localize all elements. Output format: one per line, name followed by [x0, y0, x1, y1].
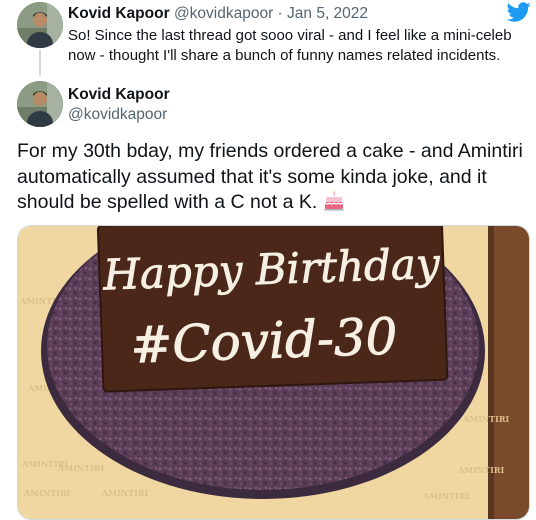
author-handle-date[interactable]: @kovidkapoor · Jan 5, 2022 — [174, 5, 368, 22]
avatar[interactable] — [17, 81, 63, 127]
tweet-text: For my 30th bday, my friends ordered a c… — [17, 140, 523, 213]
box-brand: AMINTIRI — [422, 491, 469, 501]
tweet-photo[interactable]: AMINTIRI AMINTIRI AMINTIRI AMINTIRI AMIN… — [17, 225, 530, 520]
twitter-bird-icon — [506, 2, 531, 22]
parent-tweet-header: Kovid Kapoor @kovidkapoor · Jan 5, 2022 — [68, 4, 368, 24]
avatar[interactable] — [17, 2, 63, 48]
cake-message-line2: #Covid-30 — [129, 307, 398, 374]
parent-tweet[interactable]: Kovid Kapoor @kovidkapoor · Jan 5, 2022 … — [0, 0, 536, 76]
author-name[interactable]: Kovid Kapoor — [68, 85, 170, 105]
box-brand: AMINTIRI — [57, 463, 104, 473]
chocolate-plaque: Happy Birthday #Covid-30 — [96, 226, 449, 393]
tweet-text-block: For my 30th bday, my friends ordered a c… — [17, 139, 527, 216]
box-brand: AMINTIRI — [23, 488, 70, 498]
author-handle[interactable]: @kovidkapoor — [68, 105, 167, 125]
birthday-cake-emoji — [323, 191, 344, 211]
box-brand: AMINTIRI — [457, 465, 504, 475]
box-brand: AMINTIRI — [462, 414, 509, 424]
thread-connector — [39, 50, 41, 76]
box-brand: AMINTIRI — [101, 488, 148, 498]
author-name[interactable]: Kovid Kapoor — [68, 5, 170, 22]
tweet-text: So! Since the last thread got sooo viral… — [68, 27, 512, 64]
